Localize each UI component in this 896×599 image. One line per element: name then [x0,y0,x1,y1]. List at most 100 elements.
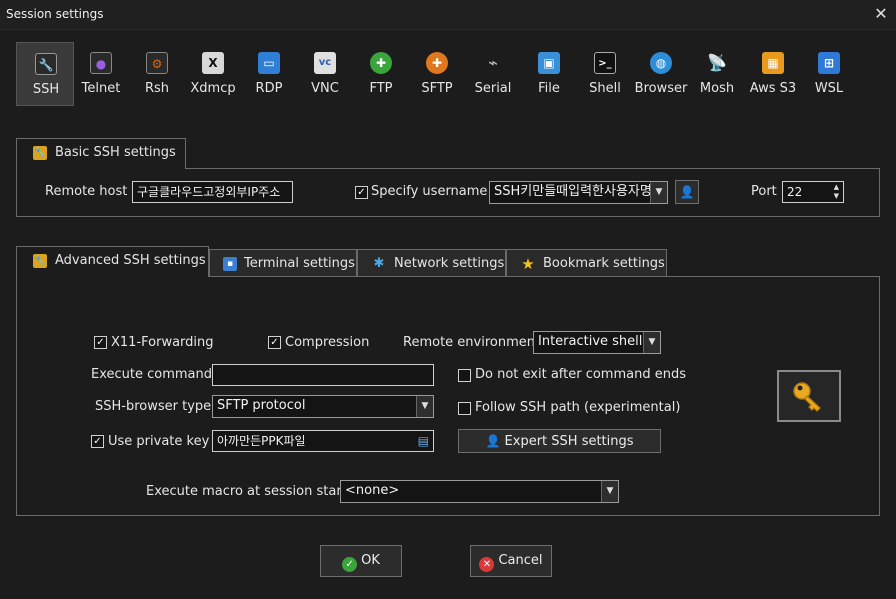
session-type-vnc[interactable]: vc VNC [296,42,354,106]
remote-environment-label: Remote environment: [403,335,545,350]
use-private-key-checkbox[interactable]: ✓ [91,435,104,448]
tab-label: Basic SSH settings [55,145,176,160]
tab-advanced-ssh-settings[interactable]: 🔧 Advanced SSH settings [16,246,209,277]
session-type-serial[interactable]: ⌁ Serial [464,42,522,106]
session-type-label: WSL [814,81,844,96]
chevron-down-icon: ▼ [643,332,660,353]
no-exit-label: Do not exit after command ends [475,367,686,382]
port-label: Port [751,184,777,199]
username-value: SSH키만들때입력한사용자명 [494,184,652,199]
execute-command-input[interactable] [212,364,434,386]
private-key-value: 아까만든PPK파일 [217,434,306,448]
tab-label: Bookmark settings [543,256,665,271]
specify-username-label: Specify username [371,184,488,199]
vnc-icon: vc [314,52,336,74]
chevron-down-icon: ▼ [650,182,667,203]
aws-s3-icon: ▦ [762,52,784,74]
compression-checkbox[interactable]: ✓ [268,336,281,349]
tab-terminal-settings[interactable]: ▪ Terminal settings [209,249,357,277]
session-type-rdp[interactable]: ▭ RDP [240,42,298,106]
follow-ssh-path-checkbox[interactable] [458,402,471,415]
close-icon[interactable]: ✕ [870,3,892,25]
user-gear-icon: 👤 [485,434,501,448]
ok-button[interactable]: ✓ OK [320,545,402,577]
sftp-icon: ✚ [426,52,448,74]
session-type-browser[interactable]: ◍ Browser [632,42,690,106]
browser-icon: ◍ [650,52,672,74]
username-select[interactable]: SSH키만들때입력한사용자명 ▼ [489,181,668,204]
session-type-ftp[interactable]: ✚ FTP [352,42,410,106]
user-manager-button[interactable]: 👤 [675,180,699,204]
ok-label: OK [361,553,380,568]
remote-host-input[interactable]: 구글클라우드고정외부IP주소 [132,181,293,203]
mosh-icon: 📡 [707,53,727,72]
follow-ssh-path-label: Follow SSH path (experimental) [475,400,681,415]
cancel-label: Cancel [498,553,543,568]
cancel-icon: ✕ [479,557,495,572]
session-type-rsh[interactable]: ⚙ Rsh [128,42,186,106]
user-icon: 👤 [679,185,695,199]
private-key-generator-button[interactable] [777,370,841,422]
tab-label: Terminal settings [244,256,355,271]
session-type-telnet[interactable]: ● Telnet [72,42,130,106]
session-type-ssh[interactable]: 🔧 SSH [16,42,74,106]
expert-ssh-settings-label: Expert SSH settings [504,434,634,449]
session-type-aws-s3[interactable]: ▦ Aws S3 [744,42,802,106]
remote-host-label: Remote host * [45,184,138,199]
tab-basic-ssh-settings[interactable]: 🔧 Basic SSH settings [16,138,186,169]
rsh-icon: ⚙ [146,52,168,74]
ssh-browser-type-select[interactable]: SFTP protocol ▼ [212,395,434,418]
execute-macro-label: Execute macro at session start: [146,484,352,499]
expert-ssh-settings-button[interactable]: 👤 Expert SSH settings [458,429,661,453]
wrench-icon: 🔧 [33,254,47,268]
wsl-icon: ⊞ [818,52,840,74]
remote-environment-value: Interactive shell [538,334,643,349]
tab-network-settings[interactable]: ✱ Network settings [357,249,506,277]
serial-icon: ⌁ [488,53,498,72]
tab-bookmark-settings[interactable]: ★ Bookmark settings [506,249,667,277]
chevron-down-icon: ▼ [601,481,618,502]
remote-environment-select[interactable]: Interactive shell ▼ [533,331,661,354]
tab-label: Advanced SSH settings [55,253,206,268]
file-icon: ▣ [538,52,560,74]
shell-icon: >_ [594,52,616,74]
private-key-input[interactable]: 아까만든PPK파일 ▤ [212,430,434,452]
port-value: 22 [787,185,803,199]
wrench-icon: 🔧 [33,146,47,160]
x11-forwarding-checkbox[interactable]: ✓ [94,336,107,349]
xdmcp-icon: X [202,52,224,74]
chevron-down-icon: ▼ [416,396,433,417]
key-icon [793,382,821,412]
telnet-icon: ● [90,52,112,74]
no-exit-checkbox[interactable] [458,369,471,382]
execute-macro-value: <none> [345,483,400,498]
tab-label: Network settings [394,256,505,271]
ssh-browser-type-value: SFTP protocol [217,398,306,413]
session-type-wsl[interactable]: ⊞ WSL [800,42,858,106]
session-type-file[interactable]: ▣ File [520,42,578,106]
x11-forwarding-label: X11-Forwarding [111,335,214,350]
session-type-toolbar: 🔧 SSH ● Telnet ⚙ Rsh X Xdmcp ▭ RDP vc VN… [14,42,884,106]
ssh-browser-type-label: SSH-browser type: [95,399,216,414]
spinner-icon[interactable]: ▲ ▼ [834,183,839,201]
window-title: Session settings [6,7,104,21]
ssh-key-icon: 🔧 [35,53,57,75]
session-type-sftp[interactable]: ✚ SFTP [408,42,466,106]
compression-label: Compression [285,335,370,350]
ftp-icon: ✚ [370,52,392,74]
cancel-button[interactable]: ✕ Cancel [470,545,552,577]
check-icon: ✓ [342,557,358,572]
specify-username-checkbox[interactable]: ✓ [355,186,368,199]
port-input[interactable]: 22 ▲ ▼ [782,181,844,203]
network-icon: ✱ [373,256,385,271]
star-icon: ★ [521,255,535,273]
use-private-key-label: Use private key [108,434,210,449]
file-browse-icon[interactable]: ▤ [418,433,429,449]
session-type-xdmcp[interactable]: X Xdmcp [184,42,242,106]
execute-macro-select[interactable]: <none> ▼ [340,480,619,503]
execute-command-label: Execute command: [91,367,217,382]
terminal-icon: ▪ [223,257,237,271]
session-type-mosh[interactable]: 📡 Mosh [688,42,746,106]
title-bar: Session settings ✕ [0,0,896,30]
session-type-shell[interactable]: >_ Shell [576,42,634,106]
